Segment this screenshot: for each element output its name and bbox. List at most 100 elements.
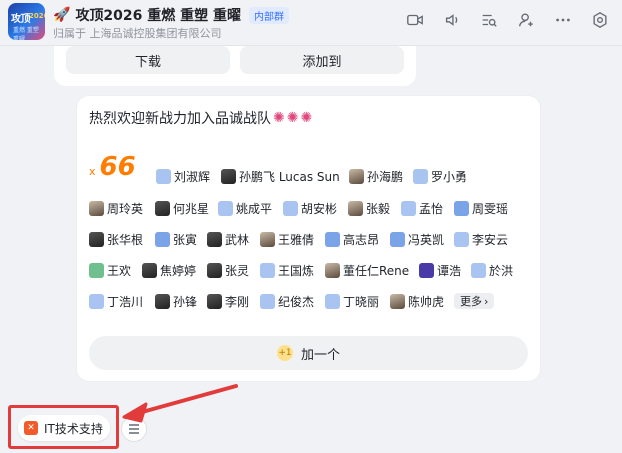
member-item[interactable]: 胡安彬 (283, 200, 337, 216)
add-one-button[interactable]: +1 加一个 (89, 336, 528, 370)
member-name: 张毅 (366, 201, 391, 216)
avatar (260, 231, 275, 247)
member-item[interactable]: 於洪 (471, 262, 513, 278)
member-item[interactable]: 高志昂 (325, 231, 379, 247)
avatar (260, 293, 275, 309)
avatar (348, 200, 363, 216)
member-item[interactable]: 周雯瑶 (454, 200, 508, 216)
member-item[interactable]: 丁晓丽 (325, 293, 379, 309)
member-name: 谭浩 (437, 263, 462, 278)
avatar (260, 262, 275, 278)
member-name: 何兆星 (173, 201, 210, 216)
it-support-button[interactable]: ✕ IT技术支持 (18, 415, 110, 441)
avatar (207, 231, 222, 247)
avatar (401, 200, 416, 216)
more-icon[interactable] (553, 10, 573, 30)
avatar (218, 200, 233, 216)
avatar (390, 231, 405, 247)
member-item[interactable]: 武林 (207, 231, 249, 247)
member-name: 李安云 (472, 232, 509, 247)
member-item[interactable]: 陈帅虎 (390, 293, 444, 309)
member-item[interactable]: 姚成平 (218, 200, 272, 216)
member-name: 胡安彬 (301, 201, 338, 216)
avatar (89, 231, 104, 247)
avatar (325, 293, 340, 309)
file-card: 下载 添加到 (54, 46, 416, 86)
member-item[interactable]: 李刚 (207, 293, 249, 309)
internal-group-badge: 内部群 (249, 6, 290, 24)
rocket-icon: 🚀 (53, 7, 71, 23)
member-item[interactable]: 何兆星 (155, 200, 209, 216)
member-name: 刘淑辉 (174, 169, 211, 184)
member-item[interactable]: 冯英凯 (390, 231, 444, 247)
member-item[interactable]: 孙海鹏 (349, 168, 403, 184)
more-label: 更多 (460, 295, 482, 308)
member-item[interactable]: 刘淑辉 (156, 168, 210, 184)
member-item[interactable]: 王国炼 (260, 262, 314, 278)
avatar (207, 262, 222, 278)
avatar (325, 262, 340, 278)
group-avatar[interactable]: 攻顶 2026 重燃 重塑 重曜 (8, 3, 45, 40)
member-item[interactable]: 谭浩 (419, 262, 461, 278)
member-item[interactable]: 周玲英 (89, 200, 143, 216)
member-item[interactable]: 张灵 (207, 262, 249, 278)
member-name: 孙锋 (173, 294, 198, 309)
member-item[interactable]: 焦婷婷 (142, 262, 196, 278)
avatar-text-3: 重燃 重塑 重曜 (13, 27, 39, 40)
video-call-icon[interactable] (405, 10, 425, 30)
member-name: 孙海鹏 (367, 169, 404, 184)
shortcut-menu-button[interactable] (121, 416, 147, 442)
member-name: 姚成平 (236, 201, 273, 216)
avatar (89, 200, 104, 216)
member-name: 丁晓丽 (343, 294, 380, 309)
member-item[interactable]: 孟怡 (401, 200, 443, 216)
menu-icon (129, 424, 139, 434)
group-title[interactable]: 攻顶2026 重燃 重塑 重曜 (75, 5, 241, 25)
member-name: 罗小勇 (431, 169, 468, 184)
member-name: 张华根 (107, 232, 144, 247)
member-item[interactable]: 王欢 (89, 262, 131, 278)
member-name: 张寅 (173, 232, 198, 247)
member-item[interactable]: 张寅 (155, 231, 197, 247)
avatar (471, 262, 486, 278)
member-name: 丁浩川 (107, 294, 144, 309)
member-item[interactable]: 张毅 (348, 200, 390, 216)
more-members-button[interactable]: 更多 › (454, 293, 495, 309)
welcome-card: 热烈欢迎新战力加入品诚战队 ✺ ✺ ✺ x 66 刘淑辉 孙鹏飞 Lucas S… (77, 96, 540, 381)
member-item[interactable]: 孙鹏飞 Lucas Sun (221, 168, 340, 184)
avatar (221, 168, 236, 184)
member-name: 王欢 (107, 263, 132, 278)
member-item[interactable]: 张华根 (89, 231, 143, 247)
download-button[interactable]: 下载 (66, 46, 230, 74)
member-item[interactable]: 董任仁Rene (325, 262, 409, 278)
add-to-button[interactable]: 添加到 (240, 46, 404, 74)
avatar (419, 262, 434, 278)
member-name: 周玲英 (107, 201, 144, 216)
avatar (156, 168, 171, 184)
member-item[interactable]: 丁浩川 (89, 293, 143, 309)
member-item[interactable]: 李安云 (454, 231, 508, 247)
add-one-label: 加一个 (300, 347, 340, 363)
shortcut-highlight: ✕ IT技术支持 (8, 405, 119, 449)
member-item[interactable]: 纪俊杰 (260, 293, 314, 309)
member-item[interactable]: 孙锋 (155, 293, 197, 309)
avatar (155, 200, 170, 216)
member-item[interactable]: 罗小勇 (413, 168, 467, 184)
header-toolbar (405, 10, 610, 30)
member-name: 李刚 (225, 294, 250, 309)
avatar-text-1: 攻顶 (11, 14, 31, 25)
member-item[interactable]: 王雅倩 (260, 231, 314, 247)
voice-call-icon[interactable] (442, 10, 462, 30)
title-row: 🚀 攻顶2026 重燃 重塑 重曜 内部群 (53, 5, 290, 25)
settings-icon[interactable] (590, 10, 610, 30)
member-name: 张灵 (225, 263, 250, 278)
it-support-label: IT技术支持 (44, 421, 103, 436)
avatar (207, 293, 222, 309)
search-history-icon[interactable] (479, 10, 499, 30)
avatar (155, 231, 170, 247)
avatar (89, 262, 104, 278)
add-one-icon: +1 (276, 345, 293, 361)
member-name: 陈帅虎 (408, 294, 445, 309)
add-member-icon[interactable] (516, 10, 536, 30)
avatar (454, 200, 469, 216)
